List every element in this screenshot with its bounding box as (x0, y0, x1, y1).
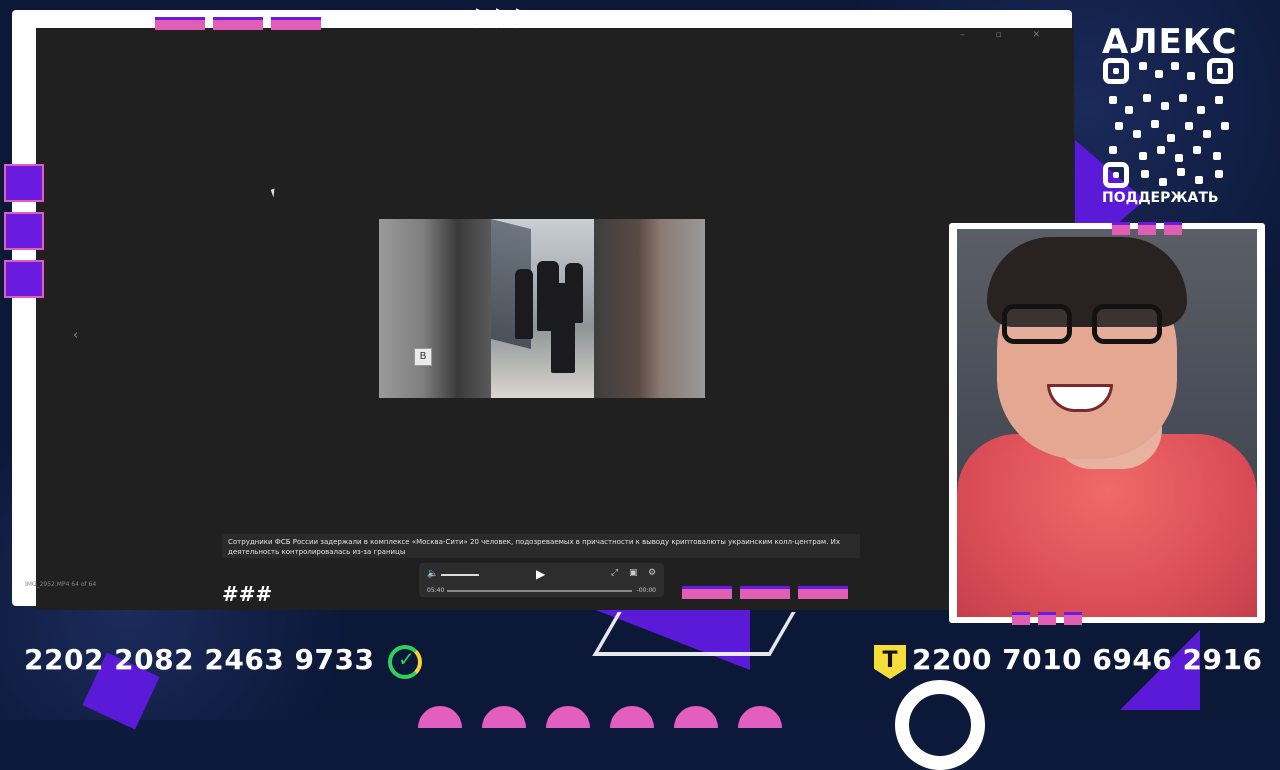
blurred-left-panel (379, 219, 491, 398)
play-button[interactable]: ▶ (536, 567, 545, 581)
qr-dot (1157, 146, 1165, 154)
webcam-frame (949, 223, 1265, 623)
pink-bar (740, 586, 790, 599)
qr-dot (1161, 102, 1169, 110)
card-number-sber: 2202 2082 2463 9733 (24, 643, 375, 676)
qr-dot (1141, 170, 1149, 178)
remaining-time: -00:00 (636, 587, 656, 594)
white-triangle-outline (592, 612, 796, 656)
qr-dot (1171, 62, 1179, 70)
pink-bar (213, 17, 263, 30)
qr-finder (1103, 58, 1129, 84)
previous-arrow-icon[interactable]: ‹ (73, 328, 78, 343)
sber-icon: ✓ (388, 645, 422, 679)
volume-icon[interactable]: 🔈 (427, 569, 438, 579)
qr-dot (1197, 106, 1205, 114)
pink-bar (1038, 612, 1056, 625)
video-overlay-icon: B (414, 348, 432, 366)
current-time: 05:40 (427, 587, 445, 594)
pink-bar (682, 586, 732, 599)
pink-bar (1164, 222, 1182, 235)
qr-dot (1155, 70, 1163, 78)
pink-bar (1012, 612, 1030, 625)
channel-name: АЛЕКС (1102, 22, 1238, 62)
qr-dot (1175, 154, 1183, 162)
fullscreen-icon[interactable]: ⤢ (611, 568, 618, 578)
window-controls[interactable]: – ▫ ✕ (960, 30, 1054, 40)
qr-dot (1215, 96, 1223, 104)
purple-square (4, 164, 44, 202)
qr-dot (1125, 106, 1133, 114)
file-info: IMG_2952.MP4 64 of 64 (25, 581, 97, 588)
video-player-controls: 🔈 ▶ ⤢ ▣ ⚙ 05:40 -00:00 (419, 563, 664, 597)
glasses (1002, 304, 1172, 348)
webcam-feed (957, 229, 1257, 617)
qr-dot (1151, 120, 1159, 128)
pink-bar (798, 586, 848, 599)
pink-bar (155, 17, 205, 30)
qr-dot (1143, 94, 1151, 102)
qr-dot (1133, 130, 1141, 138)
glasses-lens (1002, 304, 1072, 344)
pink-bar (271, 17, 321, 30)
pink-bar (1138, 222, 1156, 235)
glasses-lens (1092, 304, 1162, 344)
hash-decoration-icon: ### (222, 582, 273, 606)
qr-finder (1103, 162, 1129, 188)
person-figure (515, 269, 533, 339)
pink-bar (1064, 612, 1082, 625)
volume-slider[interactable] (441, 574, 479, 576)
qr-dot (1187, 72, 1195, 80)
video-frame[interactable] (379, 219, 705, 398)
video-caption: Сотрудники ФСБ России задержали в компле… (222, 534, 860, 558)
person-figure (565, 263, 583, 323)
purple-square (4, 260, 44, 298)
qr-dot (1167, 134, 1175, 142)
qr-dot (1213, 152, 1221, 160)
qr-finder (1207, 58, 1233, 84)
qr-dot (1139, 152, 1147, 160)
support-label: ПОДДЕРЖАТЬ (1102, 190, 1219, 206)
donation-qr-code[interactable] (1103, 58, 1233, 188)
qr-dot (1109, 96, 1117, 104)
qr-dot (1115, 122, 1123, 130)
purple-square (4, 212, 44, 250)
pip-icon[interactable]: ▣ (629, 568, 638, 578)
fast-forward-icon: ▶▶▶ (476, 2, 536, 32)
qr-dot (1179, 94, 1187, 102)
qr-dot (1195, 176, 1203, 184)
qr-dot (1203, 130, 1211, 138)
qr-dot (1185, 122, 1193, 130)
qr-dot (1177, 168, 1185, 176)
card-number-tbank: 2200 7010 6946 2916 (912, 643, 1263, 676)
qr-dot (1139, 62, 1147, 70)
settings-icon[interactable]: ⚙ (648, 568, 656, 578)
qr-dot (1221, 122, 1229, 130)
white-arc (895, 680, 985, 770)
qr-dot (1159, 178, 1167, 186)
qr-dot (1215, 170, 1223, 178)
qr-dot (1193, 146, 1201, 154)
seek-bar[interactable] (447, 590, 632, 592)
qr-dot (1109, 146, 1117, 154)
pink-bar (1112, 222, 1130, 235)
blurred-right-panel (594, 219, 705, 398)
